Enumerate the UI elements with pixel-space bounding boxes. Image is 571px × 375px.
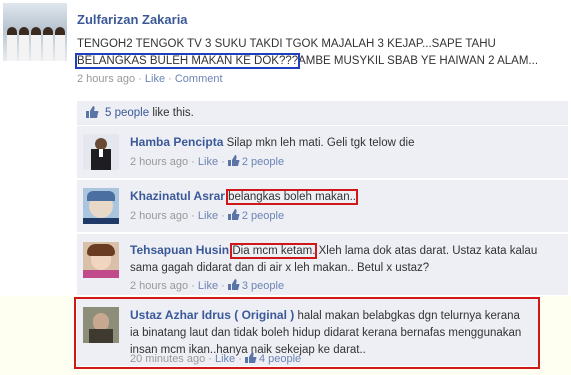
likes-suffix: like this. (149, 107, 194, 119)
post-text-highlight: BELANGKAS BULEH MAKAN KE DOK??? (74, 53, 301, 69)
comment-avatar[interactable] (83, 188, 119, 224)
comment-avatar[interactable] (83, 134, 119, 170)
post-author-name[interactable]: Zulfarizan Zakaria (77, 12, 188, 27)
comment-item: Khazinatul Asrar belangkas boleh makan..… (77, 180, 568, 233)
comment-author[interactable]: Hamba Pencipta (130, 135, 223, 149)
comment-meta: 2 hours ago · Like · 2 people (130, 209, 285, 222)
post-timestamp[interactable]: 2 hours ago (77, 73, 135, 85)
comment-item: Tehsapuan Husin Dia mcm ketam. Xleh lama… (77, 234, 568, 296)
comment-body: Tehsapuan Husin Dia mcm ketam. Xleh lama… (130, 242, 560, 277)
separator: · (135, 73, 145, 85)
comment-body: Hamba Pencipta Silap mkn leh mati. Geli … (130, 134, 560, 152)
post-like-link[interactable]: Like (145, 73, 165, 85)
comment-author[interactable]: Khazinatul Asrar (130, 189, 225, 203)
likes-count-link[interactable]: 5 people (105, 107, 149, 119)
comment-likes-count[interactable]: 3 people (242, 280, 284, 292)
comment-highlight-box (74, 297, 540, 369)
thumbs-up-icon (86, 106, 99, 118)
separator: · (165, 73, 175, 85)
thumbs-up-icon (227, 279, 240, 290)
post-author-avatar[interactable] (3, 3, 67, 61)
comment-likes-count[interactable]: 2 people (242, 156, 284, 168)
likes-summary: 5 people like this. (77, 101, 568, 125)
post-meta: 2 hours ago · Like · Comment (77, 73, 223, 85)
post-text: TENGOH2 TENGOK TV 3 SUKU TAKDI TGOK MAJA… (74, 36, 557, 70)
comment-meta: 2 hours ago · Like · 2 people (130, 155, 285, 168)
post-comment-link[interactable]: Comment (175, 73, 223, 85)
post-text-part2: AMBE MUSYKIL SBAB YE HAIWAN 2 ALAM... (298, 55, 539, 67)
comment-like-link[interactable]: Like (198, 210, 218, 222)
comment-timestamp[interactable]: 2 hours ago (130, 156, 188, 168)
comment-text: Silap mkn leh mati. Geli tgk telow die (223, 137, 415, 149)
thumbs-up-icon (227, 209, 240, 220)
comment-body: Khazinatul Asrar belangkas boleh makan.. (130, 188, 560, 206)
comment-like-link[interactable]: Like (198, 280, 218, 292)
thumbs-up-icon (227, 155, 240, 166)
comment-author[interactable]: Tehsapuan Husin (130, 243, 229, 257)
comment-avatar[interactable] (83, 242, 119, 278)
comment-text-highlight: belangkas boleh makan.. (226, 189, 358, 205)
comment-like-link[interactable]: Like (198, 156, 218, 168)
comment-timestamp[interactable]: 2 hours ago (130, 280, 188, 292)
comment-likes-count[interactable]: 2 people (242, 210, 284, 222)
comment-meta: 2 hours ago · Like · 3 people (130, 279, 285, 292)
comment-timestamp[interactable]: 2 hours ago (130, 210, 188, 222)
status-post: Zulfarizan Zakaria TENGOH2 TENGOK TV 3 S… (0, 0, 571, 92)
comment-text-highlight: Dia mcm ketam. (230, 243, 318, 259)
likes-text: 5 people like this. (105, 107, 194, 119)
comment-item: Hamba Pencipta Silap mkn leh mati. Geli … (77, 126, 568, 179)
post-text-part1: TENGOH2 TENGOK TV 3 SUKU TAKDI TGOK MAJA… (77, 38, 496, 50)
